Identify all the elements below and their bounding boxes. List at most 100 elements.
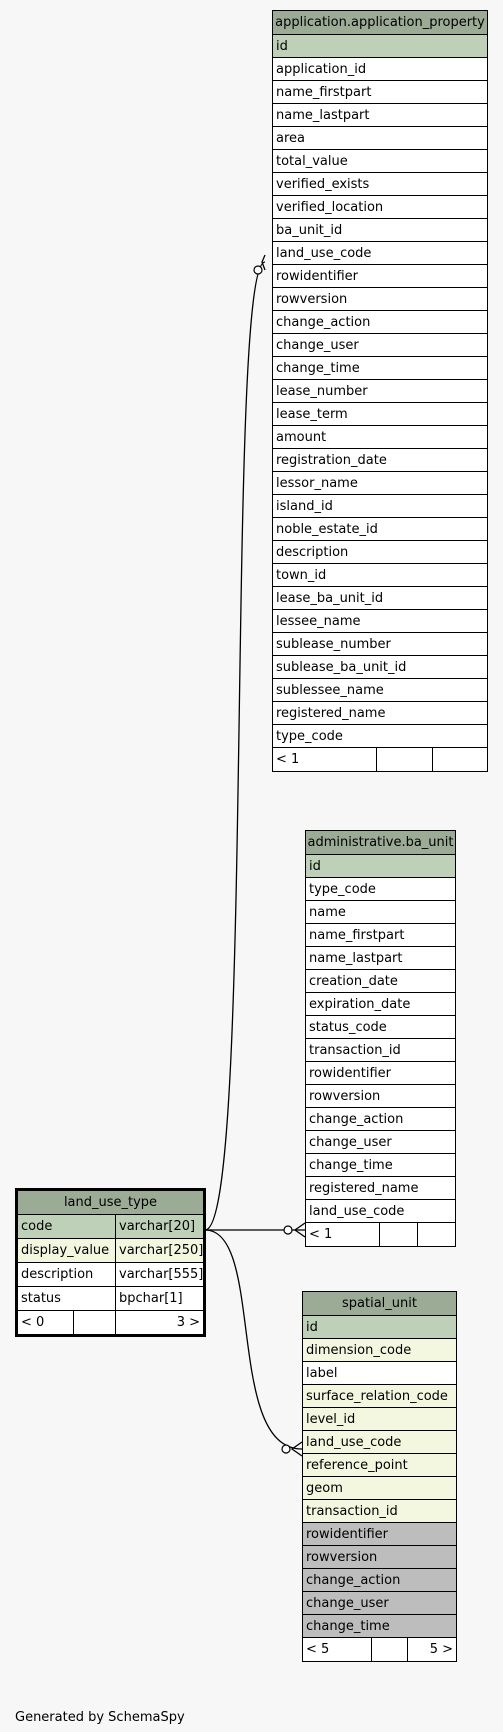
- column-row[interactable]: change_time: [273, 357, 487, 380]
- column-row[interactable]: rowversion: [273, 288, 487, 311]
- footer-middle: [372, 1638, 408, 1661]
- column-row[interactable]: transaction_id: [303, 1500, 456, 1523]
- column-name: status: [18, 1287, 116, 1310]
- column-row[interactable]: application_id: [273, 58, 487, 81]
- column-row[interactable]: geom: [303, 1477, 456, 1500]
- column-row[interactable]: change_action: [303, 1569, 456, 1592]
- table-title: land_use_type: [18, 1191, 203, 1215]
- column-row[interactable]: change_user: [303, 1592, 456, 1615]
- table-title: spatial_unit: [303, 1292, 456, 1316]
- column-row[interactable]: id: [306, 855, 455, 878]
- column-row[interactable]: rowidentifier: [303, 1523, 456, 1546]
- column-row[interactable]: expiration_date: [306, 993, 455, 1016]
- column-row[interactable]: level_id: [303, 1408, 456, 1431]
- footer-right: [418, 1223, 455, 1246]
- zero-marker: [283, 1225, 293, 1235]
- column-row[interactable]: land_use_code: [273, 242, 487, 265]
- column-row[interactable]: creation_date: [306, 970, 455, 993]
- column-row[interactable]: registered_name: [273, 702, 487, 725]
- column-row[interactable]: status bpchar[1]: [18, 1287, 203, 1311]
- column-row[interactable]: change_user: [273, 334, 487, 357]
- column-row[interactable]: lessor_name: [273, 472, 487, 495]
- column-row[interactable]: rowversion: [303, 1546, 456, 1569]
- column-row[interactable]: lease_number: [273, 380, 487, 403]
- column-row[interactable]: reference_point: [303, 1454, 456, 1477]
- column-row[interactable]: id: [303, 1316, 456, 1339]
- column-row[interactable]: id: [273, 35, 487, 58]
- footer-left: < 1: [306, 1223, 380, 1246]
- column-row[interactable]: change_time: [306, 1154, 455, 1177]
- column-row[interactable]: sublessee_name: [273, 679, 487, 702]
- column-row[interactable]: description varchar[555]: [18, 1263, 203, 1287]
- column-name: code: [18, 1215, 116, 1238]
- footer-right: [433, 748, 487, 771]
- column-row[interactable]: change_action: [306, 1108, 455, 1131]
- column-row[interactable]: amount: [273, 426, 487, 449]
- column-row[interactable]: verified_location: [273, 196, 487, 219]
- column-name: description: [18, 1263, 116, 1286]
- generated-by-label: Generated by SchemaSpy: [15, 1710, 185, 1725]
- table-title: administrative.ba_unit: [306, 831, 455, 855]
- column-row[interactable]: rowidentifier: [273, 265, 487, 288]
- table-application-property[interactable]: application.application_property id appli…: [272, 10, 488, 772]
- column-row[interactable]: label: [303, 1362, 456, 1385]
- table-ba-unit[interactable]: administrative.ba_unit id type_code name na…: [305, 830, 456, 1247]
- column-row[interactable]: rowversion: [306, 1085, 455, 1108]
- footer-left: < 0: [18, 1311, 74, 1334]
- footer-right: 5 >: [429, 1642, 453, 1657]
- column-row[interactable]: display_value varchar[250]: [18, 1239, 203, 1263]
- column-row[interactable]: sublease_number: [273, 633, 487, 656]
- column-row[interactable]: change_action: [273, 311, 487, 334]
- column-row[interactable]: status_code: [306, 1016, 455, 1039]
- column-type: bpchar[1]: [119, 1291, 183, 1306]
- column-row[interactable]: name: [306, 901, 455, 924]
- zero-marker: [281, 1444, 291, 1454]
- column-row[interactable]: registration_date: [273, 449, 487, 472]
- column-row[interactable]: transaction_id: [306, 1039, 455, 1062]
- relationship-line-spatial-unit: [204, 1229, 303, 1450]
- column-row[interactable]: code varchar[20]: [18, 1215, 203, 1239]
- relationship-line-application-property: [204, 261, 266, 1231]
- footer-left: < 5: [303, 1638, 372, 1661]
- column-row[interactable]: registered_name: [306, 1177, 455, 1200]
- column-row[interactable]: name_lastpart: [306, 947, 455, 970]
- footer-middle: [377, 748, 433, 771]
- table-footer: < 5 5 >: [303, 1638, 456, 1661]
- column-row[interactable]: type_code: [306, 878, 455, 901]
- column-row[interactable]: name_firstpart: [273, 81, 487, 104]
- column-row[interactable]: land_use_code: [306, 1200, 455, 1223]
- column-row[interactable]: description: [273, 541, 487, 564]
- column-row[interactable]: verified_exists: [273, 173, 487, 196]
- column-row[interactable]: ba_unit_id: [273, 219, 487, 242]
- table-spatial-unit[interactable]: spatial_unit id dimension_code label surfac…: [302, 1291, 457, 1662]
- column-row[interactable]: land_use_code: [303, 1431, 456, 1454]
- column-row[interactable]: sublease_ba_unit_id: [273, 656, 487, 679]
- column-row[interactable]: total_value: [273, 150, 487, 173]
- column-type: varchar[250]: [119, 1243, 203, 1258]
- footer-middle: [380, 1223, 418, 1246]
- column-row[interactable]: rowidentifier: [306, 1062, 455, 1085]
- footer-right: 3 >: [176, 1315, 200, 1330]
- column-row[interactable]: lease_ba_unit_id: [273, 587, 487, 610]
- column-row[interactable]: island_id: [273, 495, 487, 518]
- column-row[interactable]: change_time: [303, 1615, 456, 1638]
- table-land-use-type[interactable]: land_use_type code varchar[20] display_val…: [15, 1188, 206, 1337]
- column-row[interactable]: name_firstpart: [306, 924, 455, 947]
- column-type: varchar[20]: [119, 1219, 196, 1234]
- column-row[interactable]: surface_relation_code: [303, 1385, 456, 1408]
- column-row[interactable]: dimension_code: [303, 1339, 456, 1362]
- table-footer: < 1: [306, 1223, 455, 1246]
- column-row[interactable]: type_code: [273, 725, 487, 748]
- column-row[interactable]: area: [273, 127, 487, 150]
- table-footer: < 0 3 >: [18, 1311, 203, 1334]
- column-row[interactable]: town_id: [273, 564, 487, 587]
- table-title: application.application_property: [273, 11, 487, 35]
- column-row[interactable]: lease_term: [273, 403, 487, 426]
- column-row[interactable]: name_lastpart: [273, 104, 487, 127]
- footer-left: < 1: [273, 748, 377, 771]
- table-footer: < 1: [273, 748, 487, 771]
- column-row[interactable]: lessee_name: [273, 610, 487, 633]
- column-type: varchar[555]: [119, 1267, 203, 1282]
- column-row[interactable]: change_user: [306, 1131, 455, 1154]
- column-row[interactable]: noble_estate_id: [273, 518, 487, 541]
